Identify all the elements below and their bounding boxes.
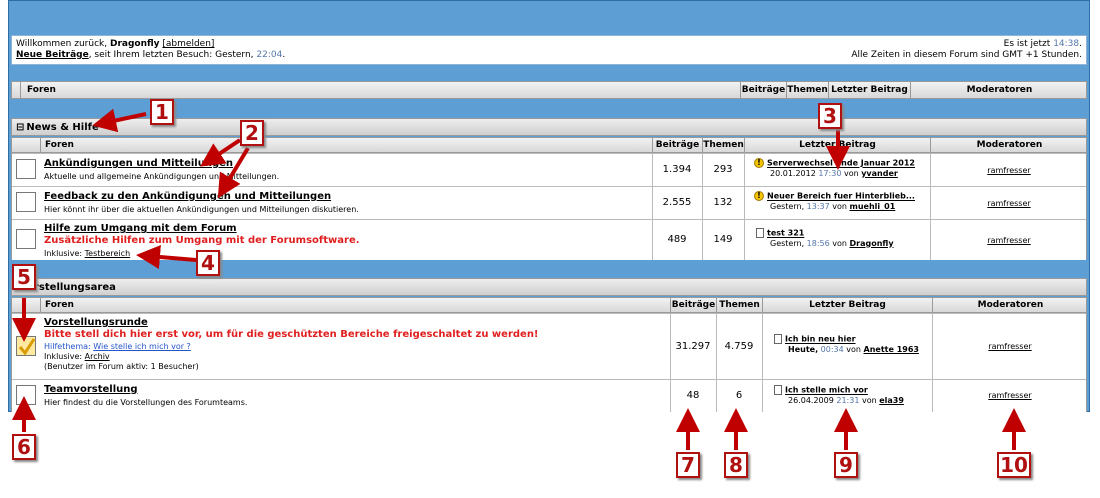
- document-icon: [774, 334, 782, 344]
- posts-count: 48: [686, 390, 700, 401]
- table-header: Foren Beiträge Themen Letzter Beitrag Mo…: [11, 137, 1087, 153]
- user-link[interactable]: yvander: [861, 169, 898, 178]
- username: Dragonfly: [109, 39, 160, 49]
- forum-notice: Bitte stell dich hier erst vor, um für d…: [44, 329, 539, 340]
- timezone-text: Alle Zeiten in diesem Forum sind GMT +1 …: [851, 50, 1082, 60]
- welcome-text: Willkommen zurück,: [16, 39, 108, 49]
- forum-notice: Zusätzliche Hilfen zum Umgang mit der Fo…: [44, 235, 360, 246]
- welcome-box: Willkommen zurück, Dragonfly [abmelden] …: [11, 35, 1087, 65]
- important-icon: !: [754, 158, 764, 168]
- user-link[interactable]: Anette 1963: [864, 345, 919, 354]
- last-post: Ich bin neu hier Heute, 00:34 von Anette…: [774, 334, 919, 355]
- category-vorstellungsarea[interactable]: rstellungsarea: [11, 278, 1087, 296]
- posts-count: 2.555: [662, 197, 692, 208]
- logout-link[interactable]: [abmelden]: [162, 39, 214, 49]
- last-post-link[interactable]: Ich stelle mich vor: [785, 386, 868, 395]
- topics-count: 149: [713, 234, 733, 245]
- forum-title-link[interactable]: Feedback zu den Ankündigungen und Mittei…: [44, 191, 331, 202]
- topics-count: 4.759: [724, 341, 754, 352]
- moderator-link[interactable]: ramfresser: [930, 166, 1088, 175]
- last-post-link[interactable]: test 321: [767, 229, 804, 238]
- topics-count: 293: [713, 164, 733, 175]
- annotation-badge-8: 8: [724, 452, 748, 478]
- forum-title-link[interactable]: Teamvorstellung: [44, 384, 138, 395]
- moderator-link[interactable]: ramfresser: [932, 342, 1088, 351]
- forum-table-news: Foren Beiträge Themen Letzter Beitrag Mo…: [11, 137, 1087, 260]
- annotation-badge-7: 7: [676, 452, 700, 478]
- forum-row: Ankündigungen und Mitteilungen Aktuelle …: [12, 153, 1086, 186]
- annotation-badge-4: 4: [196, 250, 220, 276]
- document-icon: [774, 385, 782, 395]
- annotation-badge-9: 9: [834, 452, 858, 478]
- topics-count: 6: [735, 390, 743, 401]
- last-post-link[interactable]: Serverwechsel Ende Januar 2012: [767, 159, 915, 168]
- forum-row: Vorstellungsrunde Bitte stell dich hier …: [12, 313, 1086, 379]
- header-letzter-beitrag: Letzter Beitrag: [828, 82, 910, 98]
- annotation-badge-5: 5: [12, 264, 36, 290]
- forum-header-bar: Foren Beiträge Themen Letzter Beitrag Mo…: [11, 81, 1087, 99]
- annotation-badge-2: 2: [240, 120, 264, 146]
- last-post: test 321 Gestern, 18:56 von Dragonfly: [756, 228, 894, 249]
- posts-count: 31.297: [675, 341, 711, 352]
- posts-count: 489: [667, 234, 687, 245]
- user-link[interactable]: ela39: [879, 396, 904, 405]
- active-users: (Benutzer im Forum aktiv: 1 Besucher): [44, 362, 199, 371]
- forum-status-icon: [16, 229, 36, 249]
- forum-row: Hilfe zum Umgang mit dem Forum Zusätzlic…: [12, 219, 1086, 260]
- help-topic-link[interactable]: Wie stelle ich mich vor ?: [93, 342, 191, 351]
- forum-title-link[interactable]: Ankündigungen und Mitteilungen: [44, 158, 233, 169]
- category-title: News & Hilfe: [26, 121, 99, 133]
- forum-status-icon: [16, 385, 36, 405]
- document-icon: [756, 228, 764, 238]
- last-post: Ich stelle mich vor 26.04.2009 21:31 von…: [774, 385, 904, 406]
- annotation-badge-1: 1: [150, 99, 174, 125]
- header-themen: Themen: [786, 82, 828, 98]
- topics-count: 132: [713, 197, 733, 208]
- forum-status-icon: [16, 159, 36, 179]
- header-moderatoren: Moderatoren: [910, 82, 1088, 98]
- moderator-link[interactable]: ramfresser: [932, 391, 1088, 400]
- header-foren: Foren: [20, 82, 740, 98]
- subforum-link[interactable]: Testbereich: [85, 249, 130, 258]
- new-posts-link[interactable]: Neue Beiträge: [16, 50, 89, 60]
- posts-count: 1.394: [662, 164, 692, 175]
- last-post-link[interactable]: Neuer Bereich fuer Hinterblieb...: [767, 192, 915, 201]
- table-header: Foren Beiträge Themen Letzter Beitrag Mo…: [11, 297, 1087, 313]
- subforum-link[interactable]: Archiv: [85, 352, 110, 361]
- last-post-link[interactable]: Ich bin neu hier: [785, 335, 856, 344]
- important-icon: !: [754, 191, 764, 201]
- last-post: ! Neuer Bereich fuer Hinterblieb... Geste…: [754, 191, 915, 212]
- header-beitraege: Beiträge: [740, 82, 786, 98]
- user-link[interactable]: muehli_01: [850, 202, 896, 211]
- annotation-badge-3: 3: [818, 103, 842, 129]
- forum-status-icon: [16, 192, 36, 212]
- forum-title-link[interactable]: Vorstellungsrunde: [44, 317, 148, 328]
- user-link[interactable]: Dragonfly: [850, 239, 894, 248]
- last-post: ! Serverwechsel Ende Januar 2012 20.01.20…: [754, 158, 915, 179]
- forum-table-vorstellung: Foren Beiträge Themen Letzter Beitrag Mo…: [11, 297, 1087, 412]
- moderator-link[interactable]: ramfresser: [930, 199, 1088, 208]
- forum-row: Feedback zu den Ankündigungen und Mittei…: [12, 186, 1086, 219]
- collapse-icon[interactable]: ⊟: [16, 122, 24, 133]
- annotation-badge-10: 10: [997, 452, 1031, 478]
- new-posts-status-icon: [16, 336, 36, 356]
- annotation-badge-6: 6: [12, 434, 36, 460]
- forum-row: Teamvorstellung Hier findest du die Vors…: [12, 379, 1086, 412]
- moderator-link[interactable]: ramfresser: [930, 236, 1088, 245]
- forum-title-link[interactable]: Hilfe zum Umgang mit dem Forum: [44, 223, 237, 234]
- forum-frame: Willkommen zurück, Dragonfly [abmelden] …: [8, 0, 1090, 412]
